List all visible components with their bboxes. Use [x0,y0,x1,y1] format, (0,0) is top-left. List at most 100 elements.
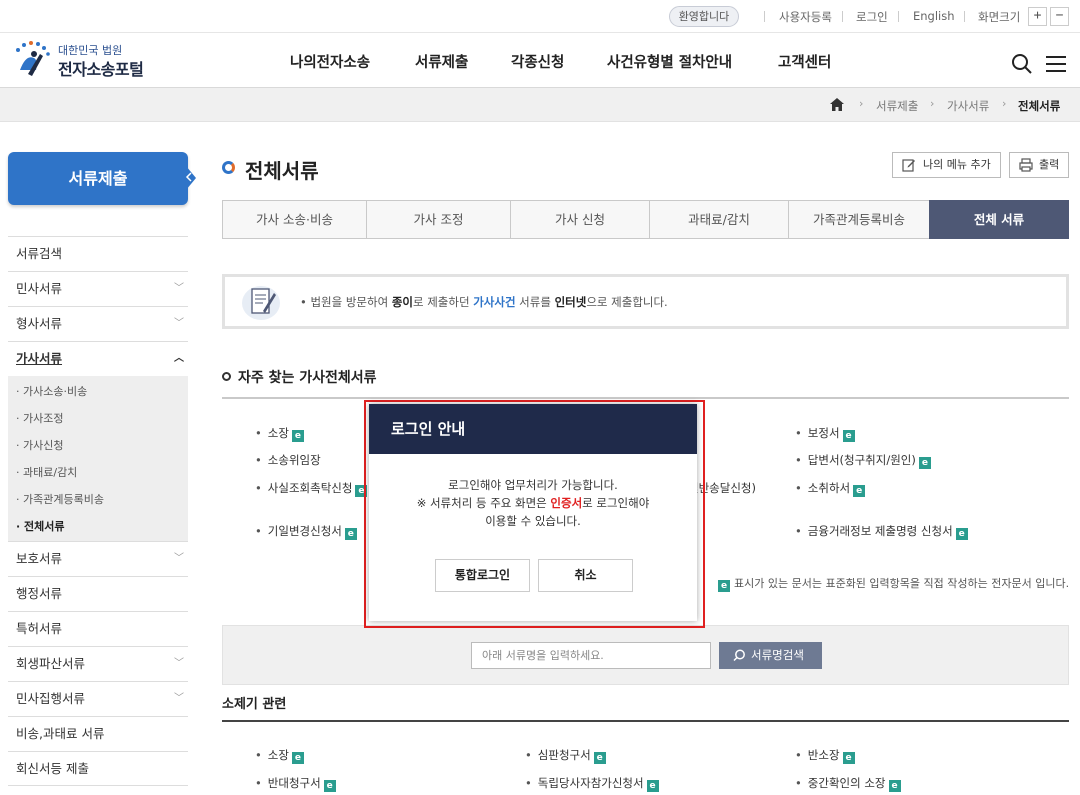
login-link[interactable]: 로그인 [856,9,888,25]
sidebar-sub-item[interactable]: · 과태료/감치 [16,464,77,480]
sidebar-title: 서류제출 [8,152,188,205]
chevron-right-icon: › [930,97,935,110]
sidebar-submenu [8,376,188,541]
chevron-right-icon: › [859,97,864,110]
e-doc-icon: e [955,528,968,540]
cancel-button[interactable]: 취소 [538,559,633,592]
sidebar-sub-item-active[interactable]: · 전체서류 [16,518,65,534]
list-item[interactable]: 소장e [255,747,304,764]
divider [764,11,765,22]
sidebar-sub-item[interactable]: · 가사소송·비송 [16,383,87,399]
tab-fine-detention[interactable]: 과태료/감치 [649,200,789,239]
header: 대한민국 법원 전자소송포털 나의전자소송 서류제출 각종신청 사건유형별 절차… [0,33,1080,88]
search-icon [733,649,745,662]
section-title: 자주 찾는 가사전체서류 [238,370,377,386]
edit-icon [902,159,915,172]
chevron-down-icon: ﹀ [174,553,184,564]
list-item[interactable]: 보정서e [795,425,855,442]
e-doc-icon: e [291,430,304,442]
list-item[interactable]: 답변서(청구취지/원인)e [795,452,931,469]
gnb-my-ecourt[interactable]: 나의전자소송 [290,51,370,72]
gnb-applications[interactable]: 각종신청 [511,51,564,72]
section-bullet-icon [222,372,231,381]
doc-search-button[interactable]: 서류명검색 [719,642,822,669]
sidebar-item-bankruptcy[interactable]: 회생파산서류 ﹀ [8,646,188,681]
doc-search-area: 아래 서류명을 입력하세요. 서류명검색 [222,625,1069,685]
document-notice-icon [242,286,280,320]
integrated-login-button[interactable]: 통합로그인 [435,559,530,592]
list-item[interactable]: 사실조회촉탁신청e [255,480,368,497]
sidebar-item-civil[interactable]: 민사서류 ﹀ [8,271,188,306]
list-item[interactable]: 소송위임장 [255,452,321,468]
tab-all-docs[interactable]: 전체 서류 [929,200,1069,239]
sidebar-item-reply[interactable]: 회신서등 제출 [8,751,188,786]
tab-family-registration[interactable]: 가족관계등록비송 [788,200,930,239]
menu-icon[interactable] [1045,53,1067,75]
home-icon[interactable] [830,98,844,111]
sidebar-item-protection[interactable]: 보호서류 ﹀ [8,541,188,576]
list-item[interactable]: 금융거래정보 제출명령 신청서e [795,523,968,540]
zoom-in-button[interactable]: + [1028,7,1047,26]
utility-bar: 환영합니다 사용자등록 로그인 English 화면크기 + − [0,0,1080,33]
print-button[interactable]: 출력 [1009,152,1069,178]
sidebar-item-family[interactable]: 가사서류 ︿ [8,341,188,376]
sidebar-item-patent[interactable]: 특허서류 [8,611,188,646]
logo-title[interactable]: 전자소송포털 [58,56,144,80]
sidebar-item-criminal[interactable]: 형사서류 ﹀ [8,306,188,341]
english-link[interactable]: English [913,9,955,23]
sidebar-sub-item[interactable]: · 가족관계등록비송 [16,491,104,507]
add-my-menu-button[interactable]: 나의 메뉴 추가 [892,152,1001,178]
e-doc-icon: e [842,430,855,442]
doc-search-input[interactable]: 아래 서류명을 입력하세요. [471,642,711,669]
list-item[interactable]: 소취하서e [795,480,866,497]
chevron-down-icon: ﹀ [174,318,184,329]
e-doc-icon: e [918,457,931,469]
sidebar-sub-item[interactable]: · 가사조정 [16,410,63,426]
e-doc-icon: e [291,752,304,764]
sidebar-item-admin[interactable]: 행정서류 [8,576,188,611]
sidebar-item-execution[interactable]: 민사집행서류 ﹀ [8,681,188,716]
divider [842,11,843,22]
list-item[interactable]: 기일변경신청서e [255,523,357,540]
gnb-procedure-guide[interactable]: 사건유형별 절차안내 [607,51,732,72]
tab-family-mediation[interactable]: 가사 조정 [366,200,511,239]
chevron-up-icon: ︿ [174,353,184,364]
font-size-label: 화면크기 [978,10,1021,24]
e-doc-icon: e [646,780,659,792]
print-icon [1019,158,1033,172]
e-doc-icon: e [888,780,901,792]
signup-link[interactable]: 사용자등록 [779,9,832,25]
e-doc-icon: e [344,528,357,540]
list-item[interactable]: 반대청구서e [255,775,336,792]
court-logo-icon[interactable] [12,40,56,80]
welcome-badge: 환영합니다 [669,6,739,27]
list-item[interactable]: 심판청구서e [525,747,606,764]
e-doc-legend: e 표시가 있는 문서는 표준화된 입력항목을 직접 작성하는 전자문서 입니다. [718,575,1069,592]
breadcrumb-item[interactable]: 서류제출 [876,98,918,114]
zoom-out-button[interactable]: − [1050,7,1069,26]
search-icon[interactable] [1011,53,1033,75]
title-bullet-icon [222,161,235,174]
breadcrumb-current: 전체서류 [1018,99,1061,113]
sidebar-item-noncontentious[interactable]: 비송,과태료 서류 [8,716,188,751]
breadcrumb-item[interactable]: 가사서류 [947,98,989,114]
chevron-down-icon: ﹀ [174,658,184,669]
notice-text: • 법원을 방문하여 종이로 제출하던 가사사건 서류를 인터넷으로 제출합니다… [300,295,668,309]
category-tabs: 가사 소송·비송 가사 조정 가사 신청 과태료/감치 가족관계등록비송 전체 … [222,200,1069,239]
list-item[interactable]: 소장e [255,425,304,442]
tab-family-application[interactable]: 가사 신청 [510,200,650,239]
sidebar-sub-item[interactable]: · 가사신청 [16,437,63,453]
breadcrumb: › 서류제출 › 가사서류 › 전체서류 [0,88,1080,122]
page-title: 전체서류 [245,159,319,183]
e-doc-icon: e [853,485,866,497]
divider [964,11,965,22]
list-item[interactable]: 중간확인의 소장e [795,775,901,792]
sidebar-item-search[interactable]: 서류검색 [8,236,188,271]
list-item[interactable]: 반소장e [795,747,855,764]
modal-title: 로그인 안내 [369,404,697,454]
gnb-customer-center[interactable]: 고객센터 [778,51,831,72]
chevron-down-icon: ﹀ [174,693,184,704]
list-item[interactable]: 독립당사자참가신청서e [525,775,659,792]
tab-family-litigation[interactable]: 가사 소송·비송 [222,200,367,239]
gnb-submit-docs[interactable]: 서류제출 [415,51,468,72]
